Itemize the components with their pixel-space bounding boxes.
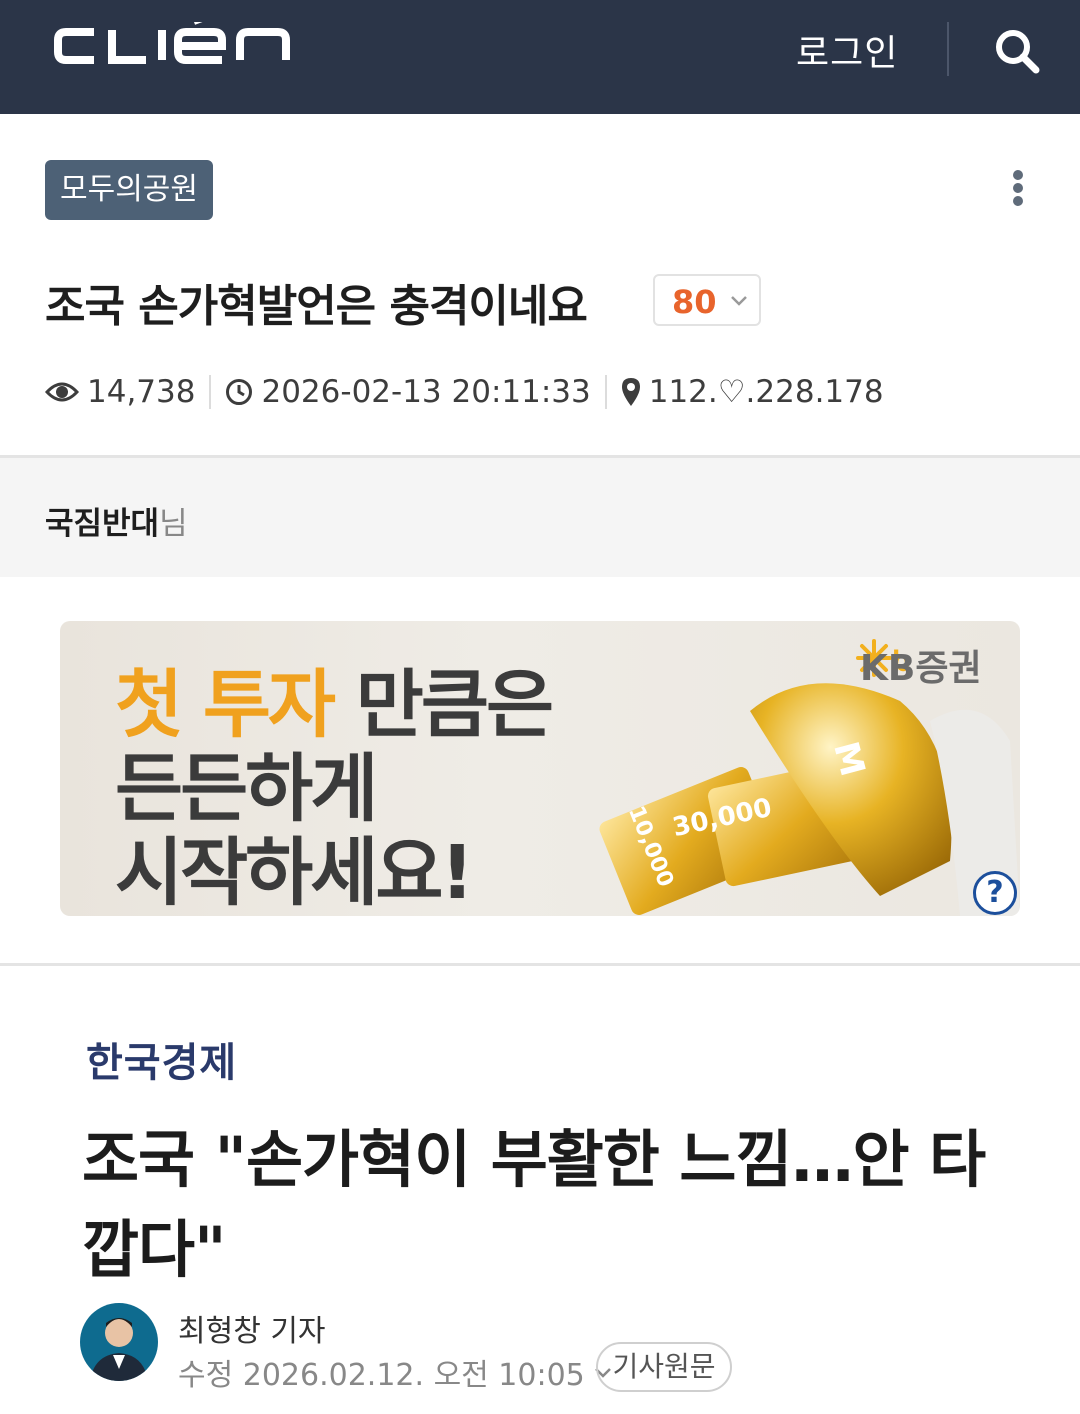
advertisement-banner[interactable]: 첫 투자 만큼은 든든하게 시작하세요! b KB증권 10,000 30,00… [60, 621, 1020, 916]
search-icon[interactable] [992, 26, 1042, 76]
meta-divider [209, 375, 212, 409]
author-nickname[interactable]: 국짐반대님 [45, 498, 188, 543]
author-nickname-text: 국짐반대 [45, 506, 160, 542]
chevron-down-icon [731, 296, 747, 306]
comment-count: 80 [672, 283, 717, 321]
post-title: 조국 손가혁발언은 충격이네요 [45, 281, 588, 332]
ad-headline-line3: 시작하세요! [115, 830, 474, 916]
article-updated-time[interactable]: 수정 2026.02.12. 오전 10:05 [178, 1350, 615, 1394]
section-divider [0, 963, 1080, 966]
reporter-avatar [80, 1303, 158, 1381]
ad-info-icon[interactable]: ? [973, 871, 1017, 915]
meta-divider [604, 375, 607, 409]
more-options-icon[interactable] [1008, 170, 1028, 210]
ad-gift-card-illustration [599, 683, 1020, 916]
press-name: 한국경제 [86, 1040, 238, 1086]
header-divider [947, 22, 949, 76]
post-ip: 112.♡.228.178 [648, 374, 884, 410]
comment-count-badge[interactable]: 80 [653, 274, 761, 326]
top-navigation-bar: 로그인 [0, 0, 1080, 114]
author-bar: 국짐반대님 [0, 455, 1080, 577]
view-count: 14,738 [87, 374, 196, 410]
original-article-button[interactable]: 기사원문 [596, 1342, 732, 1392]
board-tag[interactable]: 모두의공원 [45, 160, 213, 220]
location-pin-icon [621, 378, 640, 406]
eye-icon [45, 382, 79, 402]
article-updated-text: 수정 2026.02.12. 오전 10:05 [178, 1358, 585, 1393]
reporter-name: 최형창 기자 [178, 1314, 326, 1349]
post-meta: 14,738 2026-02-13 20:11:33 112.♡.228.178 [45, 370, 884, 414]
news-headline: 조국 "손가혁이 부활한 느낌…안 타깝다" [82, 1123, 986, 1286]
post-datetime: 2026-02-13 20:11:33 [261, 374, 591, 410]
author-honorific: 님 [159, 506, 188, 542]
clock-icon [226, 379, 253, 405]
login-link[interactable]: 로그인 [796, 24, 898, 76]
clien-logo[interactable] [54, 22, 294, 68]
